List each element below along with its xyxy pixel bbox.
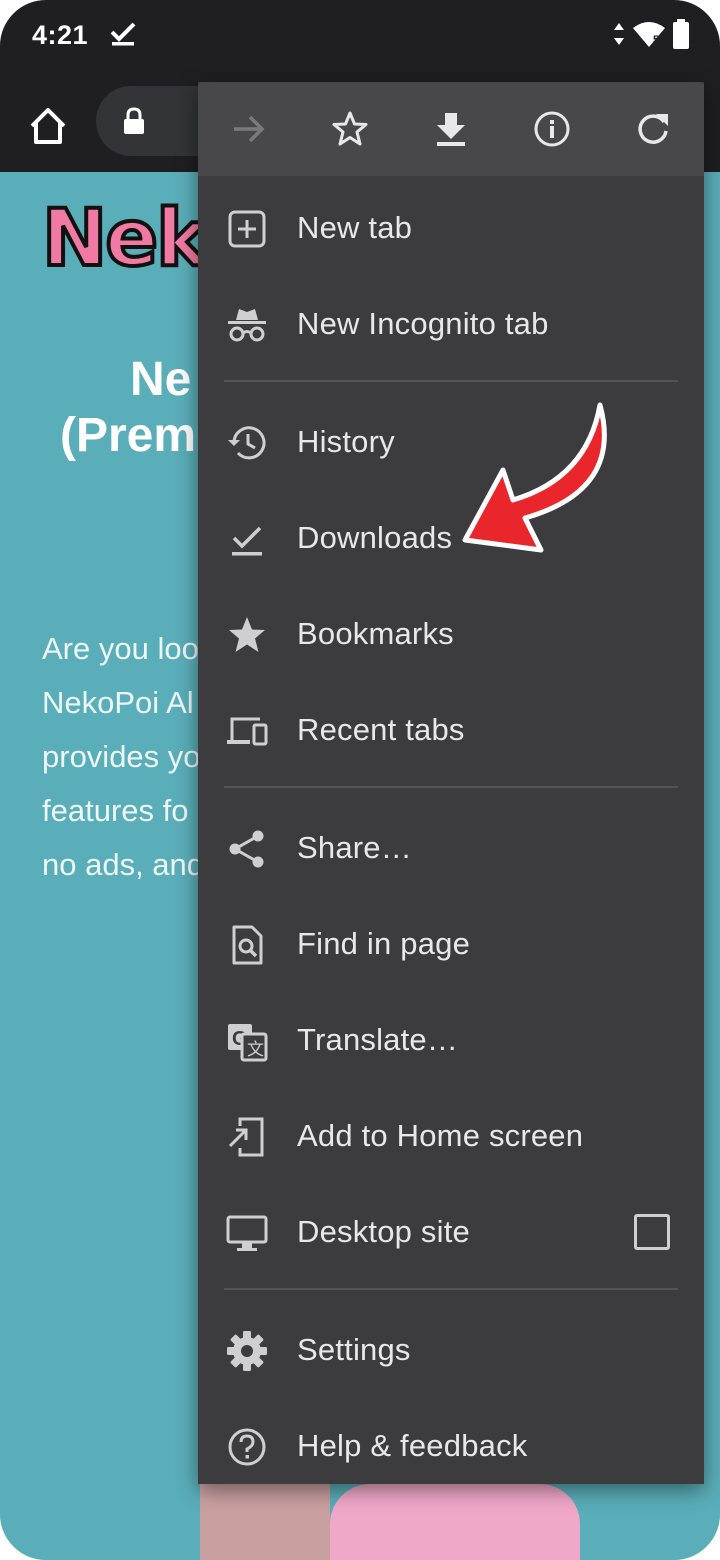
menu-item-label: Desktop site: [297, 1214, 470, 1249]
menu-item-label: Find in page: [297, 926, 471, 961]
star-icon: [332, 111, 368, 146]
red-pointer-arrow: [462, 402, 607, 553]
menu-item-desktop-site[interactable]: Desktop site: [198, 1184, 704, 1280]
lock-icon: [124, 107, 144, 134]
menu-item-new-incognito-tab[interactable]: New Incognito tab: [198, 276, 704, 372]
info-icon: [534, 111, 570, 147]
status-icons: 5: [612, 18, 690, 50]
status-time: 4:21: [32, 20, 89, 50]
menu-item-label: Help & feedback: [297, 1428, 528, 1463]
menu-divider: [224, 380, 678, 382]
add-to-home-icon: [228, 1117, 264, 1157]
menu-item-label: New tab: [297, 210, 413, 245]
menu-item-label: Settings: [297, 1332, 411, 1367]
data-arrows-icon: [614, 23, 624, 45]
star-filled-icon: [229, 617, 265, 652]
bookmark-star-button[interactable]: [299, 82, 400, 176]
menu-item-add-to-home-screen[interactable]: Add to Home screen: [198, 1088, 704, 1184]
svg-text:5: 5: [653, 34, 659, 46]
menu-item-label: Share…: [297, 830, 412, 865]
find-in-page-icon: [232, 925, 263, 965]
page-info-button[interactable]: [502, 82, 603, 176]
menu-item-label: Recent tabs: [297, 712, 465, 747]
desktop-site-checkbox[interactable]: [634, 1214, 670, 1250]
download-check-icon: [232, 526, 262, 556]
gear-icon: [227, 1331, 267, 1371]
menu-item-history[interactable]: History: [198, 394, 704, 490]
home-icon[interactable]: [26, 104, 70, 148]
plus-box-icon: [228, 210, 266, 248]
menu-item-recent-tabs[interactable]: Recent tabs: [198, 682, 704, 778]
download-complete-icon: [110, 22, 136, 46]
menu-item-help-feedback[interactable]: Help & feedback: [198, 1398, 704, 1494]
browser-menu: New tab New Incognito tab History Downlo…: [198, 82, 704, 1484]
menu-item-label: Translate…: [297, 1022, 459, 1057]
translate-icon: G 文: [228, 1024, 268, 1062]
share-icon: [229, 830, 264, 868]
page-heading: Ne (Prem: [60, 353, 197, 462]
status-bar: 4:21 5: [0, 0, 720, 80]
menu-item-label: Bookmarks: [297, 616, 454, 651]
forward-button[interactable]: [198, 82, 299, 176]
anime-character-image: [330, 1484, 580, 1560]
incognito-icon: [228, 309, 266, 342]
forward-icon: [233, 115, 265, 143]
menu-item-label: Add to Home screen: [297, 1118, 584, 1153]
menu-item-translate[interactable]: G 文 Translate…: [198, 992, 704, 1088]
menu-item-share[interactable]: Share…: [198, 800, 704, 896]
refresh-button[interactable]: [603, 82, 704, 176]
history-icon: [228, 426, 266, 460]
battery-icon: [673, 19, 689, 49]
menu-divider: [224, 786, 678, 788]
menu-item-new-tab[interactable]: New tab: [198, 180, 704, 276]
menu-item-downloads[interactable]: Downloads: [198, 490, 704, 586]
menu-item-label: Downloads: [297, 520, 453, 555]
menu-item-bookmarks[interactable]: Bookmarks: [198, 586, 704, 682]
phone-screen: 4:21 5 Neko Ne (Prem Are you loo NekoPoi…: [0, 0, 720, 1560]
wifi-icon: 5: [633, 22, 665, 47]
help-icon: [228, 1428, 266, 1466]
svg-text:文: 文: [247, 1040, 264, 1060]
download-page-button[interactable]: [400, 82, 501, 176]
download-icon: [437, 113, 465, 146]
refresh-icon: [638, 114, 669, 144]
menu-divider: [224, 1288, 678, 1290]
menu-item-label: New Incognito tab: [297, 306, 549, 341]
menu-item-find-in-page[interactable]: Find in page: [198, 896, 704, 992]
menu-top-toolbar: [198, 82, 704, 176]
menu-item-label: History: [297, 424, 395, 459]
menu-item-settings[interactable]: Settings: [198, 1302, 704, 1398]
devices-icon: [227, 717, 268, 746]
desktop-icon: [226, 1215, 268, 1251]
